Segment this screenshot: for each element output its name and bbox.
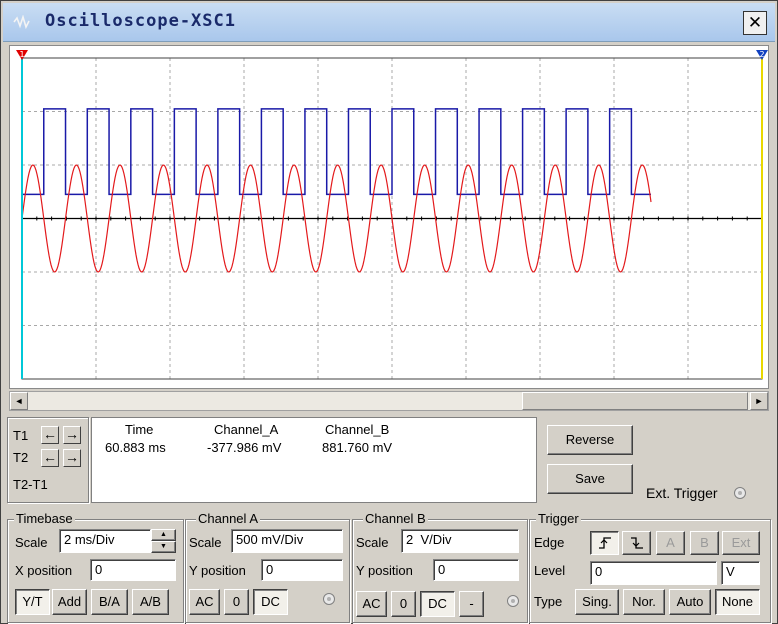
- t2-label: T2: [13, 450, 29, 465]
- channel-b-ypos-label: Y position: [356, 563, 413, 578]
- scroll-right-icon[interactable]: ►: [750, 392, 768, 410]
- readout-channel-a-value: -377.986 mV: [207, 440, 282, 455]
- channel-b-dc-button[interactable]: DC: [420, 591, 455, 617]
- trigger-auto-button[interactable]: Auto: [669, 589, 711, 615]
- trigger-level-field[interactable]: 0: [590, 561, 717, 585]
- channel-a-dc-button[interactable]: DC: [253, 589, 288, 615]
- horizontal-scrollbar[interactable]: ◄ ►: [9, 391, 769, 411]
- trigger-level-label: Level: [534, 563, 566, 578]
- oscilloscope-screen: 12: [9, 45, 769, 389]
- cursor-1-marker-label: 1: [19, 50, 24, 59]
- oscilloscope-icon: [13, 15, 30, 29]
- trigger-source-ext-button[interactable]: Ext: [722, 531, 760, 555]
- channel-b-ac-button[interactable]: AC: [356, 591, 387, 617]
- falling-edge-icon[interactable]: [622, 531, 651, 555]
- channel-b-scale-label: Scale: [356, 535, 389, 550]
- timebase-scale-field[interactable]: 2 ms/Div: [59, 529, 151, 553]
- channel-b-trace: [22, 108, 651, 196]
- channel-a-scale-label: Scale: [189, 535, 222, 550]
- readout-header-channel-a: Channel_A: [214, 422, 279, 437]
- channel-b-zero-button[interactable]: 0: [391, 591, 416, 617]
- t1-right-arrow-icon[interactable]: →: [63, 426, 81, 444]
- t2-left-arrow-icon[interactable]: ←: [41, 449, 59, 467]
- channel-b-minus-button[interactable]: -: [459, 591, 484, 617]
- trigger-title: Trigger: [536, 511, 581, 526]
- readout-header-channel-b: Channel_B: [325, 422, 390, 437]
- channel-a-terminal[interactable]: [323, 593, 335, 605]
- add-mode-button[interactable]: Add: [52, 589, 87, 615]
- yt-mode-button[interactable]: Y/T: [15, 589, 50, 615]
- t2-t1-label: T2-T1: [13, 477, 48, 492]
- ba-mode-button[interactable]: B/A: [91, 589, 128, 615]
- t1-left-arrow-icon[interactable]: ←: [41, 426, 59, 444]
- reverse-button[interactable]: Reverse: [547, 425, 633, 455]
- cursor-2-marker-label: 2: [759, 50, 764, 59]
- oscilloscope-window: Oscilloscope-XSC1 ✕ 12 ◄ ► T1 ← → T2 ← →…: [0, 0, 778, 624]
- trigger-normal-button[interactable]: Nor.: [623, 589, 665, 615]
- trigger-type-label: Type: [534, 594, 563, 609]
- readout-channel-b-value: 881.760 mV: [322, 440, 393, 455]
- trigger-level-unit[interactable]: V: [721, 561, 760, 585]
- x-position-field[interactable]: 0: [90, 559, 176, 581]
- timebase-up-icon[interactable]: ▲: [151, 529, 176, 541]
- t1-label: T1: [13, 428, 29, 443]
- scope-display: 12: [16, 50, 768, 380]
- channel-a-title: Channel A: [196, 511, 260, 526]
- close-button[interactable]: ✕: [743, 11, 767, 35]
- channel-b-scale-field[interactable]: 2 V/Div: [401, 529, 519, 553]
- ext-trigger-label: Ext. Trigger: [646, 485, 718, 501]
- readout-time-value: 60.883 ms: [105, 440, 166, 455]
- timebase-down-icon[interactable]: ▼: [151, 541, 176, 553]
- readout-header-time: Time: [125, 422, 154, 437]
- scrollbar-thumb[interactable]: [522, 392, 748, 410]
- t2-right-arrow-icon[interactable]: →: [63, 449, 81, 467]
- channel-a-ac-button[interactable]: AC: [189, 589, 220, 615]
- trigger-single-button[interactable]: Sing.: [575, 589, 619, 615]
- save-button[interactable]: Save: [547, 464, 633, 494]
- trigger-source-a-button[interactable]: A: [656, 531, 685, 555]
- cursor-readout: Time Channel_A Channel_B 60.883 ms -377.…: [91, 417, 537, 503]
- channel-a-ypos-label: Y position: [189, 563, 246, 578]
- timebase-title: Timebase: [14, 511, 75, 526]
- trigger-source-b-button[interactable]: B: [690, 531, 719, 555]
- channel-a-zero-button[interactable]: 0: [224, 589, 249, 615]
- channel-b-title: Channel B: [363, 511, 428, 526]
- ext-trigger-terminal[interactable]: [734, 487, 746, 499]
- channel-b-ypos-field[interactable]: 0: [433, 559, 519, 581]
- title-bar[interactable]: Oscilloscope-XSC1 ✕: [3, 3, 775, 42]
- channel-a-scale-field[interactable]: 500 mV/Div: [231, 529, 343, 553]
- trigger-edge-label: Edge: [534, 535, 565, 550]
- window-title: Oscilloscope-XSC1: [45, 11, 236, 31]
- ab-mode-button[interactable]: A/B: [132, 589, 169, 615]
- rising-edge-icon[interactable]: [590, 531, 619, 555]
- trigger-none-button[interactable]: None: [715, 589, 760, 615]
- channel-b-terminal[interactable]: [507, 595, 519, 607]
- timebase-scale-label: Scale: [15, 535, 48, 550]
- channel-a-ypos-field[interactable]: 0: [261, 559, 343, 581]
- scroll-left-icon[interactable]: ◄: [10, 392, 28, 410]
- x-position-label: X position: [15, 563, 73, 578]
